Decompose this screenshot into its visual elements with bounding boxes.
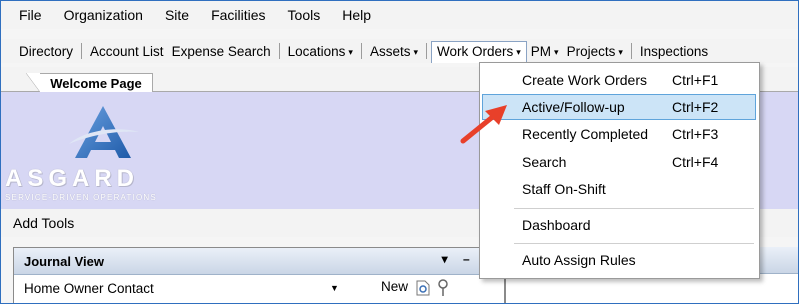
menu-item-shortcut: Ctrl+F4 xyxy=(672,154,719,170)
menu-site[interactable]: Site xyxy=(165,7,189,23)
journal-view-panel: Journal View ▾ – × Home Owner Contact ▼ … xyxy=(13,247,505,303)
menu-item-label: Dashboard xyxy=(522,217,591,233)
toolbar-assets-label: Assets xyxy=(369,43,411,59)
menu-organization[interactable]: Organization xyxy=(64,7,143,23)
chevron-down-icon: ▾ xyxy=(348,46,353,57)
menu-item-label: Active/Follow-up xyxy=(522,99,625,115)
chevron-down-icon: ▾ xyxy=(413,46,418,57)
toolbar-locations-label: Locations xyxy=(287,43,346,59)
toolbar-inspections[interactable]: Inspections xyxy=(636,44,712,59)
logo-wordmark: ASGARD xyxy=(5,165,140,192)
asgard-logo-icon xyxy=(69,106,139,158)
menu-item-search[interactable]: Search Ctrl+F4 xyxy=(482,149,756,175)
toolbar-separator xyxy=(81,43,83,59)
logo-tagline: SERVICE-DRIVEN OPERATIONS xyxy=(5,193,157,202)
toolbar-work-orders[interactable]: Work Orders ▾ xyxy=(431,41,527,63)
toolbar-locations[interactable]: Locations ▾ xyxy=(284,44,357,59)
toolbar-separator xyxy=(360,43,362,59)
chevron-down-icon: ▾ xyxy=(618,46,623,57)
toolbar-projects-label: Projects xyxy=(566,43,616,59)
menu-item-label: Create Work Orders xyxy=(522,72,647,88)
menu-item-label: Recently Completed xyxy=(522,126,649,142)
menu-item-auto-assign-rules[interactable]: Auto Assign Rules xyxy=(482,247,756,273)
menu-item-create-work-orders[interactable]: Create Work Orders Ctrl+F1 xyxy=(482,67,756,93)
document-preview-icon[interactable] xyxy=(416,280,430,296)
toolbar-assets[interactable]: Assets ▾ xyxy=(366,44,422,59)
journal-view-header: Journal View ▾ – × xyxy=(14,248,504,275)
toolbar-projects[interactable]: Projects ▾ xyxy=(563,44,627,59)
menu-separator xyxy=(514,208,754,209)
journal-type-select[interactable]: Home Owner Contact ▼ New xyxy=(14,275,504,301)
menu-item-recently-completed[interactable]: Recently Completed Ctrl+F3 xyxy=(482,121,756,147)
toolbar-work-orders-label: Work Orders xyxy=(437,44,514,59)
toolbar-separator xyxy=(278,43,280,59)
menu-facilities[interactable]: Facilities xyxy=(211,7,265,23)
menu-help[interactable]: Help xyxy=(342,7,371,23)
toolbar: Directory Account List Expense Search Lo… xyxy=(1,39,798,63)
search-icon[interactable] xyxy=(437,279,449,297)
menu-item-shortcut: Ctrl+F2 xyxy=(672,99,719,115)
menu-item-label: Staff On-Shift xyxy=(522,181,606,197)
menu-bar: File Organization Site Facilities Tools … xyxy=(1,1,798,29)
toolbar-directory[interactable]: Directory xyxy=(15,44,77,59)
menu-file[interactable]: File xyxy=(19,7,42,23)
menu-separator xyxy=(514,243,754,244)
work-orders-menu: Create Work Orders Ctrl+F1 Active/Follow… xyxy=(479,62,760,279)
toolbar-account-list[interactable]: Account List xyxy=(86,44,168,59)
menu-item-label: Search xyxy=(522,154,567,170)
menu-item-staff-on-shift[interactable]: Staff On-Shift xyxy=(482,176,756,202)
chevron-down-icon: ▾ xyxy=(554,46,559,57)
toolbar-separator xyxy=(630,43,632,59)
chevron-down-icon: ▾ xyxy=(516,47,521,57)
menu-item-shortcut: Ctrl+F1 xyxy=(672,72,719,88)
annotation-arrow-icon xyxy=(460,105,507,144)
journal-new-button[interactable]: New xyxy=(381,279,408,294)
menu-item-label: Auto Assign Rules xyxy=(522,252,636,268)
toolbar-pm-label: PM xyxy=(530,43,552,59)
app-window: File Organization Site Facilities Tools … xyxy=(0,0,799,304)
toolbar-pm[interactable]: PM ▾ xyxy=(527,44,563,59)
menu-item-active-follow-up[interactable]: Active/Follow-up Ctrl+F2 xyxy=(482,94,756,120)
toolbar-separator xyxy=(426,43,427,59)
menu-item-dashboard[interactable]: Dashboard xyxy=(482,212,756,238)
menu-item-shortcut: Ctrl+F3 xyxy=(672,126,719,142)
journal-view-title: Journal View xyxy=(24,253,104,269)
toolbar-expense-search[interactable]: Expense Search xyxy=(168,44,275,59)
chevron-down-icon[interactable]: ▼ xyxy=(330,283,339,293)
tab-welcome-page[interactable]: Welcome Page xyxy=(26,73,153,92)
menu-tools[interactable]: Tools xyxy=(288,7,321,23)
journal-type-value: Home Owner Contact xyxy=(24,280,154,296)
